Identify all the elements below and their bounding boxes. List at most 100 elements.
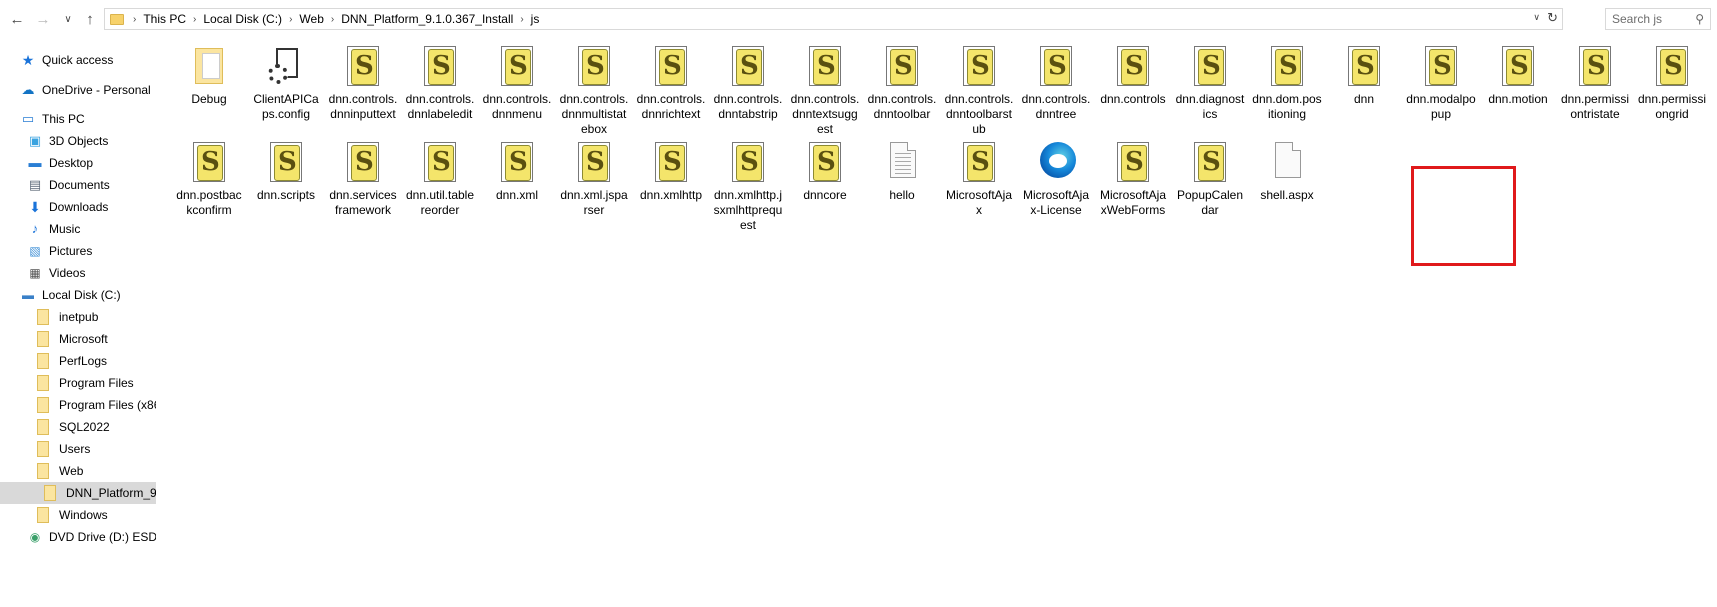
chevron-right-icon[interactable]: › xyxy=(328,14,337,25)
breadcrumb-web[interactable]: Web xyxy=(295,12,327,26)
file-item[interactable]: shell.aspx xyxy=(1252,140,1322,203)
file-item[interactable]: MicrosoftAjax-License xyxy=(1021,140,1091,218)
sidebar-item-quick-access[interactable]: ★ Quick access xyxy=(0,49,156,71)
breadcrumb-local-disk[interactable]: Local Disk (C:) xyxy=(199,12,286,26)
chevron-down-icon[interactable]: ∨ xyxy=(1533,12,1540,23)
file-item[interactable]: Sdnn.controls.dnnmultistatebox xyxy=(559,44,629,137)
script-file-icon: S xyxy=(959,140,999,184)
file-item[interactable]: Sdnn.controls.dnntoolbarstub xyxy=(944,44,1014,137)
file-name: dnn.controls.dnnmultistatebox xyxy=(559,92,629,136)
sidebar-item-microsoft[interactable]: Microsoft xyxy=(0,328,156,350)
file-item[interactable]: Sdnn.controls.dnntextsuggest xyxy=(790,44,860,137)
breadcrumb-this-pc[interactable]: This PC xyxy=(139,12,190,26)
file-item[interactable]: Sdnn.motion xyxy=(1483,44,1553,107)
sidebar-item-program-files[interactable]: Program Files xyxy=(0,372,156,394)
sidebar-item-label: DNN_Platform_9 xyxy=(66,486,156,500)
folder-icon xyxy=(37,441,49,457)
file-item[interactable]: hello xyxy=(867,140,937,203)
sidebar-item-dvd-drive-d-esd[interactable]: ◉ DVD Drive (D:) ESD- xyxy=(0,526,156,548)
file-name: dnn.controls.dnntabstrip xyxy=(713,92,783,121)
sidebar-item-sql2022[interactable]: SQL2022 xyxy=(0,416,156,438)
file-item[interactable]: Sdnn.controls.dnnrichtext xyxy=(636,44,706,122)
file-item[interactable]: Sdnn.controls.dnntoolbar xyxy=(867,44,937,122)
sidebar-item-perflogs[interactable]: PerfLogs xyxy=(0,350,156,372)
forward-arrow-icon[interactable]: → xyxy=(33,9,53,29)
file-item[interactable]: S PopupCalendar xyxy=(1175,140,1245,218)
computer-icon: ▭ xyxy=(21,111,35,126)
sidebar-item-this-pc[interactable]: ▭ This PC xyxy=(0,108,156,130)
file-item[interactable]: Sdnn.diagnostics xyxy=(1175,44,1245,122)
sidebar-item-label: Downloads xyxy=(49,200,109,214)
file-item[interactable]: Sdnn.controls xyxy=(1098,44,1168,107)
file-item[interactable]: Sdnn.xml.jsparser xyxy=(559,140,629,218)
chevron-right-icon[interactable]: › xyxy=(190,14,199,25)
sidebar-item-desktop[interactable]: ▬ Desktop xyxy=(0,152,156,174)
sidebar-item-videos[interactable]: ▦ Videos xyxy=(0,262,156,284)
script-file-icon: S xyxy=(1113,44,1153,88)
breadcrumb-js[interactable]: js xyxy=(527,12,544,26)
file-item[interactable]: S MicrosoftAjaxWebForms xyxy=(1098,140,1168,218)
refresh-icon[interactable]: ↻ xyxy=(1547,10,1558,26)
sidebar-item-3d-objects[interactable]: ▣ 3D Objects xyxy=(0,130,156,152)
file-item[interactable]: Sdnn.servicesframework xyxy=(328,140,398,218)
file-item[interactable]: Sdnn.xmlhttp.jsxmlhttprequest xyxy=(713,140,783,233)
file-item[interactable]: Sdnncore xyxy=(790,140,860,203)
file-item[interactable]: Sdnn.controls.dnnlabeledit xyxy=(405,44,475,122)
file-name: dnn xyxy=(1353,92,1375,106)
file-item[interactable]: S MicrosoftAjax xyxy=(944,140,1014,218)
sidebar-item-pictures[interactable]: ▧ Pictures xyxy=(0,240,156,262)
file-name: dnn.xmlhttp.jsxmlhttprequest xyxy=(713,188,783,232)
sidebar-item-windows[interactable]: Windows xyxy=(0,504,156,526)
sidebar-item-program-files-x86[interactable]: Program Files (x86 xyxy=(0,394,156,416)
search-placeholder: Search js xyxy=(1612,12,1663,26)
sidebar-item-downloads[interactable]: ⬇ Downloads xyxy=(0,196,156,218)
sidebar-item-local-disk-c[interactable]: ▬ Local Disk (C:) xyxy=(0,284,156,306)
file-item[interactable]: Sdnn.modalpopup xyxy=(1406,44,1476,122)
file-name: PopupCalendar xyxy=(1176,188,1244,217)
script-file-icon: S xyxy=(1652,44,1692,88)
file-item[interactable]: Sdnn.xml xyxy=(482,140,552,203)
file-item[interactable]: Sdnn.dom.positioning xyxy=(1252,44,1322,122)
search-input[interactable]: Search js ⚲ xyxy=(1605,8,1711,30)
script-file-icon: S xyxy=(343,140,383,184)
file-name: dnn.permissiongrid xyxy=(1637,92,1707,121)
file-name: dnn.permissiontristate xyxy=(1560,92,1630,121)
chevron-right-icon[interactable]: › xyxy=(517,14,526,25)
script-file-icon: S xyxy=(1575,44,1615,88)
file-item[interactable]: Sdnn.permissiongrid xyxy=(1637,44,1707,122)
file-item[interactable]: Sdnn.xmlhttp xyxy=(636,140,706,203)
file-item[interactable]: Sdnn.controls.dnntabstrip xyxy=(713,44,783,122)
back-arrow-icon[interactable]: ← xyxy=(7,9,27,29)
file-item[interactable]: Sdnn.controls.dnninputtext xyxy=(328,44,398,122)
file-item[interactable]: Sdnn.util.tablereorder xyxy=(405,140,475,218)
file-item[interactable]: ClientAPICaps.config xyxy=(251,44,321,122)
sidebar-item-label: Desktop xyxy=(49,156,94,170)
up-arrow-icon[interactable]: ↑ xyxy=(80,9,100,29)
folder-icon xyxy=(37,397,49,413)
file-item[interactable]: Sdnn.controls.dnntree xyxy=(1021,44,1091,122)
sidebar-item-music[interactable]: ♪ Music xyxy=(0,218,156,240)
file-item[interactable]: Debug xyxy=(174,44,244,107)
sidebar-item-documents[interactable]: ▤ Documents xyxy=(0,174,156,196)
file-item[interactable]: Sdnn.scripts xyxy=(251,140,321,203)
file-item[interactable]: Sdnn xyxy=(1329,44,1399,107)
breadcrumb-dnn-platform[interactable]: DNN_Platform_9.1.0.367_Install xyxy=(337,12,517,26)
sidebar-item-dnn-platform-9[interactable]: DNN_Platform_9 xyxy=(0,482,156,504)
sidebar-item-web[interactable]: Web xyxy=(0,460,156,482)
script-file-icon: S xyxy=(1344,44,1384,88)
navigation-pane: ★ Quick access ☁ OneDrive - Personal ▭ This P… xyxy=(0,40,156,607)
file-item[interactable]: Sdnn.permissiontristate xyxy=(1560,44,1630,122)
file-item[interactable]: Sdnn.controls.dnnmenu xyxy=(482,44,552,122)
file-item[interactable]: Sdnn.postbackconfirm xyxy=(174,140,244,218)
folder-icon xyxy=(37,309,49,325)
file-name: MicrosoftAjaxWebForms xyxy=(1099,188,1167,217)
file-name: dnn.controls.dnntoolbar xyxy=(867,92,937,121)
script-file-icon: S xyxy=(959,44,999,88)
address-bar[interactable]: › This PC › Local Disk (C:) › Web › DNN_… xyxy=(104,8,1563,30)
chevron-right-icon[interactable]: › xyxy=(286,14,295,25)
sidebar-item-inetpub[interactable]: inetpub xyxy=(0,306,156,328)
sidebar-item-users[interactable]: Users xyxy=(0,438,156,460)
file-name: hello xyxy=(889,188,915,202)
recent-locations-chevron-icon[interactable]: ∨ xyxy=(58,9,78,29)
sidebar-item-onedrive-personal[interactable]: ☁ OneDrive - Personal xyxy=(0,79,156,101)
